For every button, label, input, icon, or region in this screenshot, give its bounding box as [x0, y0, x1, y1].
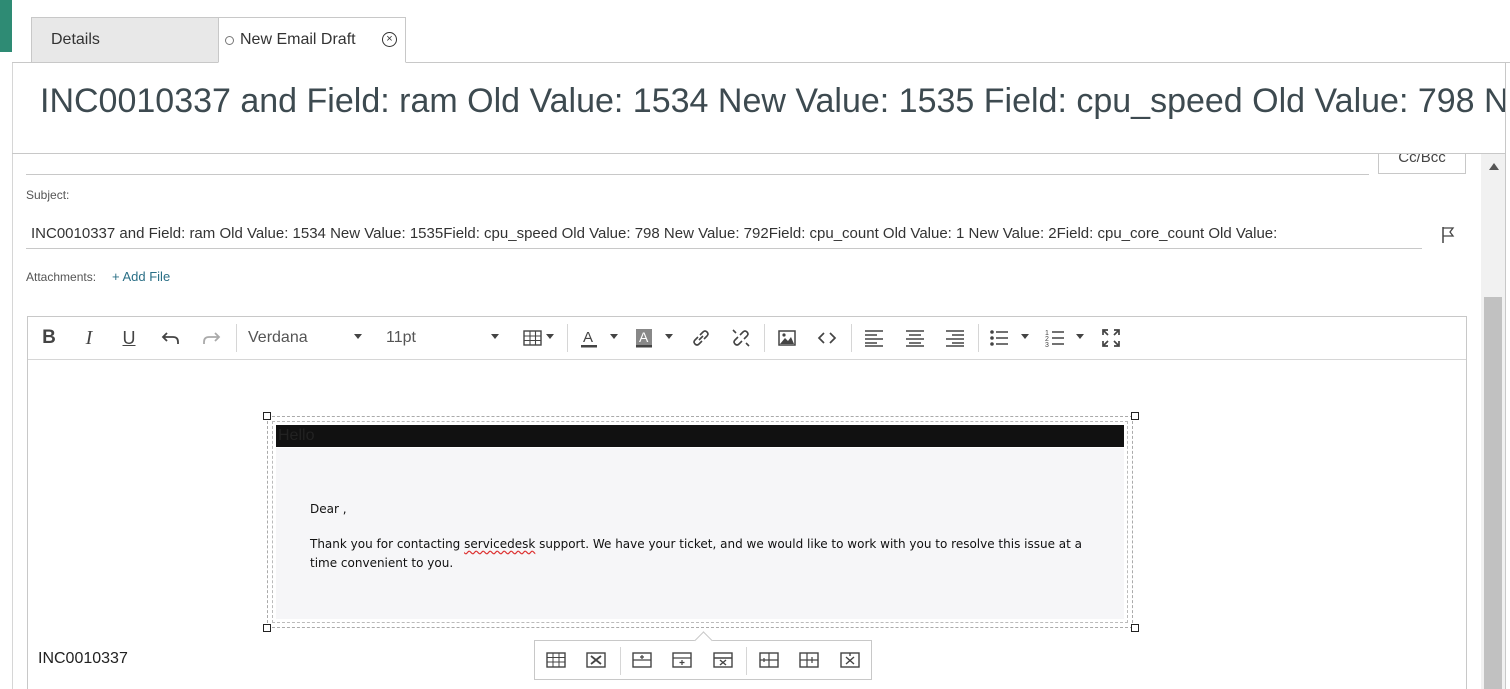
editor-content[interactable]: Hello Dear , Thank you for contacting se… [28, 360, 1466, 689]
rich-text-editor[interactable]: B I U Verdana 11pt A A 1 2 3 Hello Dear … [27, 316, 1467, 689]
link-icon[interactable] [690, 325, 712, 351]
numbered-list-icon[interactable]: 1 2 3 [1044, 325, 1066, 351]
chevron-down-icon [354, 334, 362, 339]
email-template-table[interactable]: Hello Dear , Thank you for contacting se… [267, 416, 1133, 628]
insert-col-before-icon[interactable] [759, 651, 779, 669]
add-file-link[interactable]: + Add File [112, 269, 170, 284]
toolbar-pointer [694, 631, 713, 650]
toolbar-separator [620, 647, 621, 675]
bullet-list-icon[interactable] [988, 325, 1010, 351]
email-header-bar: Hello [276, 425, 1124, 447]
chevron-down-icon [491, 334, 499, 339]
delete-col-icon[interactable] [840, 651, 860, 669]
insert-row-before-icon[interactable] [632, 651, 652, 669]
insert-row-after-icon[interactable] [672, 651, 692, 669]
attachments-label: Attachments: [26, 270, 97, 284]
toolbar-separator [567, 324, 568, 352]
chevron-down-icon [1021, 334, 1029, 339]
unlink-icon[interactable] [730, 325, 752, 351]
to-field[interactable] [26, 174, 1369, 175]
font-size-select[interactable]: 11pt [386, 325, 506, 351]
toolbar-separator [746, 647, 747, 675]
fullscreen-icon[interactable] [1100, 325, 1122, 351]
insert-col-after-icon[interactable] [799, 651, 819, 669]
email-body: Dear , Thank you for contacting serviced… [276, 448, 1124, 619]
tab-details[interactable]: Details [31, 17, 219, 62]
incident-number-text: INC0010337 [38, 650, 128, 667]
align-left-icon[interactable] [863, 325, 885, 351]
font-family-value: Verdana [248, 329, 308, 346]
redo-icon[interactable] [200, 325, 222, 351]
table-properties-icon[interactable] [546, 651, 566, 669]
left-strip [0, 0, 12, 689]
scrollbar-thumb[interactable] [1484, 297, 1502, 689]
tab-details-label: Details [51, 31, 100, 48]
email-greeting: Dear , [310, 502, 347, 516]
email-form: Cc/Bcc Subject: INC0010337 and Field: ra… [12, 154, 1480, 689]
table-context-toolbar [534, 631, 872, 680]
underline-icon[interactable]: U [118, 325, 140, 351]
unsaved-dot-icon [225, 35, 234, 45]
font-size-value: 11pt [386, 329, 416, 346]
highlight-color-icon[interactable]: A [633, 325, 655, 351]
tab-bar: Details New Email Draft × [12, 0, 1510, 63]
misspelled-word: servicedesk [464, 537, 536, 551]
source-code-icon[interactable] [816, 325, 838, 351]
font-family-select[interactable]: Verdana [248, 325, 368, 351]
tab-new-email-draft[interactable]: New Email Draft × [218, 17, 406, 63]
bold-icon[interactable]: B [38, 325, 60, 351]
chevron-down-icon [1076, 334, 1084, 339]
resize-handle[interactable] [263, 412, 271, 420]
undo-icon[interactable] [160, 325, 182, 351]
svg-text:3: 3 [1045, 342, 1049, 349]
delete-table-icon[interactable] [586, 651, 606, 669]
svg-text:A: A [639, 329, 649, 345]
flag-icon[interactable] [1440, 226, 1456, 244]
chevron-down-icon [610, 334, 618, 339]
right-edge-divider [1505, 63, 1510, 689]
table-icon[interactable] [522, 325, 544, 351]
scroll-up-arrow-icon[interactable] [1489, 163, 1499, 170]
resize-handle[interactable] [263, 624, 271, 632]
svg-text:A: A [583, 329, 593, 346]
email-template-inner: Hello Dear , Thank you for contacting se… [272, 421, 1128, 623]
subject-input[interactable]: INC0010337 and Field: ram Old Value: 153… [26, 225, 1422, 249]
page-title: INC0010337 and Field: ram Old Value: 153… [40, 82, 1510, 120]
toolbar-separator [764, 324, 765, 352]
resize-handle[interactable] [1131, 624, 1139, 632]
delete-row-icon[interactable] [713, 651, 733, 669]
image-icon[interactable] [776, 325, 798, 351]
toolbar-separator [851, 324, 852, 352]
editor-toolbar: B I U Verdana 11pt A A 1 2 3 [28, 317, 1466, 360]
title-area: INC0010337 and Field: ram Old Value: 153… [12, 63, 1510, 154]
chevron-down-icon [665, 334, 673, 339]
vertical-scrollbar[interactable] [1481, 154, 1505, 689]
font-color-icon[interactable]: A [578, 325, 600, 351]
tab-new-email-draft-label: New Email Draft [240, 31, 356, 48]
toolbar-separator [236, 324, 237, 352]
email-body-text: Thank you for contacting [310, 537, 465, 551]
resize-handle[interactable] [1131, 412, 1139, 420]
email-paragraph: Thank you for contacting servicedesk sup… [310, 535, 1110, 573]
align-right-icon[interactable] [944, 325, 966, 351]
email-header-text: Hello [278, 427, 315, 444]
chevron-down-icon [546, 334, 554, 339]
toolbar-separator [978, 324, 979, 352]
left-accent-bar [0, 0, 12, 52]
italic-icon[interactable]: I [78, 325, 100, 351]
align-center-icon[interactable] [904, 325, 926, 351]
subject-label: Subject: [26, 188, 70, 202]
cc-bcc-button[interactable]: Cc/Bcc [1378, 154, 1466, 174]
close-tab-icon[interactable]: × [382, 32, 397, 47]
